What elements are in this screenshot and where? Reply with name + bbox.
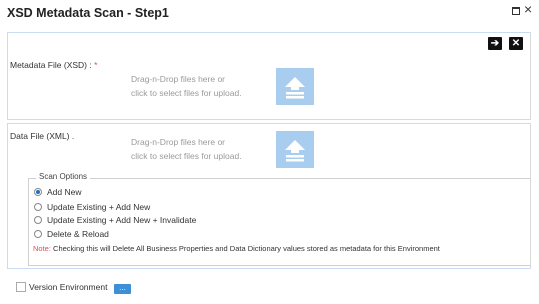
scan-note: Note: Checking this will Delete All Busi… [33,244,440,253]
radio-update-existing-add-new[interactable]: Update Existing + Add New [34,202,150,212]
data-upload-button[interactable] [276,131,314,168]
close-button[interactable]: ✕ [509,37,523,50]
radio-button[interactable] [34,188,42,196]
version-environment-label: Version Environment [29,282,108,292]
metadata-file-label: Metadata File (XSD) : * [10,60,98,70]
metadata-upload-button[interactable] [276,68,314,105]
scan-options-legend: Scan Options [36,172,91,181]
next-step-button[interactable]: ➔ [488,37,502,50]
radio-update-existing-add-new-invalidate[interactable]: Update Existing + Add New + Invalidate [34,215,196,225]
data-drop-zone[interactable]: Drag-n-Drop files here or click to selec… [131,135,242,163]
upload-icon [285,140,305,162]
dialog-title: XSD Metadata Scan - Step1 [7,6,169,20]
close-icon: ✕ [511,38,521,49]
metadata-file-panel [7,32,531,120]
window-close-icon[interactable]: × [524,2,532,16]
radio-add-new[interactable]: Add New [34,187,82,197]
required-mark: * [94,60,98,70]
radio-button[interactable] [34,216,42,224]
radio-button[interactable] [34,230,42,238]
version-options-button[interactable]: ... [114,284,131,294]
arrow-right-icon: ➔ [490,38,500,49]
data-file-label: Data File (XML) . [10,131,75,141]
version-environment-checkbox[interactable] [16,282,26,292]
metadata-drop-zone[interactable]: Drag-n-Drop files here or click to selec… [131,72,242,100]
radio-delete-reload[interactable]: Delete & Reload [34,229,109,239]
radio-button[interactable] [34,203,42,211]
upload-icon [285,77,305,99]
maximize-icon[interactable] [512,7,520,15]
